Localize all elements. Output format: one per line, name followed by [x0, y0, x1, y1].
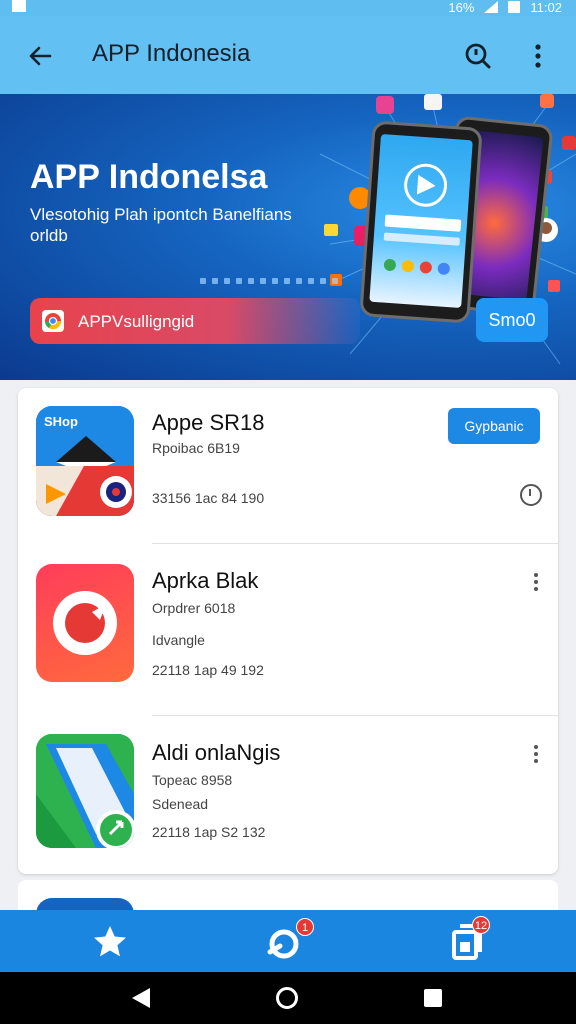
system-home-icon[interactable]	[276, 987, 298, 1009]
banner-start-button[interactable]: Smo0	[476, 298, 548, 342]
more-vert-icon[interactable]	[532, 572, 540, 592]
library-badge: 12	[472, 916, 490, 934]
status-icons: 16% 11:02	[448, 0, 562, 15]
list-item[interactable]: SHop Appe SR18 Rpoibac 6B19 33156 1ac 84…	[18, 388, 558, 544]
app-icon-camera	[36, 564, 134, 682]
star-icon[interactable]	[90, 922, 130, 962]
phone-front-illustration	[359, 120, 483, 324]
battery-percent: 16%	[448, 0, 475, 15]
page-title: APP Indonesia	[92, 40, 251, 67]
app-developer: Topeac 8958	[152, 772, 233, 788]
app-developer: Rpoibac 6B19	[152, 440, 240, 456]
banner-link-pill[interactable]: APPVsulligngid	[30, 298, 360, 344]
chrome-icon	[42, 310, 64, 332]
list-item[interactable]: Aldi onlaNgis Topeac 8958 Sdenead 22118 …	[18, 716, 558, 874]
app-bar: APP Indonesia	[0, 16, 576, 94]
signal-icon	[484, 1, 499, 13]
banner-subtitle: Vlesotohig Plah ipontch Banelfians orldb	[30, 205, 292, 245]
bottom-navigation: 1 12	[0, 910, 576, 972]
system-navigation-bar	[0, 972, 576, 1024]
app-meta: 22118 1ap 49 192	[152, 662, 264, 678]
status-bar: 16% 11:02	[0, 0, 576, 16]
nav-messages[interactable]: 1	[266, 918, 314, 962]
more-vert-icon[interactable]	[532, 744, 540, 764]
app-developer: Orpdrer 6018	[152, 600, 236, 616]
app-meta: 22118 1ap S2 132	[152, 824, 266, 840]
search-icon[interactable]	[462, 40, 494, 72]
app-name: Appe SR18	[152, 410, 265, 435]
app-icon-shop: SHop	[36, 406, 134, 516]
app-action-button[interactable]: Gypbanic	[448, 408, 540, 444]
back-arrow-icon[interactable]	[24, 40, 56, 72]
system-recents-icon[interactable]	[424, 989, 442, 1007]
battery-icon	[508, 1, 521, 13]
app-category: Sdenead	[152, 796, 209, 812]
app-name: Aldi onlaNgis	[152, 740, 281, 765]
app-category: Idvangle	[152, 632, 205, 648]
app-meta: 33156 1ac 84 190	[152, 490, 265, 506]
app-icon-maps	[36, 734, 134, 848]
banner-link-text: APPVsulligngid	[78, 312, 195, 331]
notification-icon	[12, 0, 26, 12]
svg-text:SHop: SHop	[44, 414, 78, 429]
system-back-icon[interactable]	[132, 988, 150, 1008]
nav-library[interactable]: 12	[448, 916, 490, 962]
list-item[interactable]: Aprka Blak Orpdrer 6018 Idvangle 22118 1…	[18, 544, 558, 716]
more-vert-icon[interactable]	[526, 40, 550, 72]
app-name: Aprka Blak	[152, 568, 259, 593]
banner-title: APP Indonelsa	[30, 158, 268, 196]
clock-icon[interactable]	[520, 484, 542, 506]
promo-banner[interactable]: APP Indonelsa Vlesotohig Plah ipontch Ba…	[0, 94, 576, 380]
messages-badge: 1	[296, 918, 314, 936]
app-list-card: SHop Appe SR18 Rpoibac 6B19 33156 1ac 84…	[18, 388, 558, 874]
clock-time: 11:02	[530, 0, 562, 15]
